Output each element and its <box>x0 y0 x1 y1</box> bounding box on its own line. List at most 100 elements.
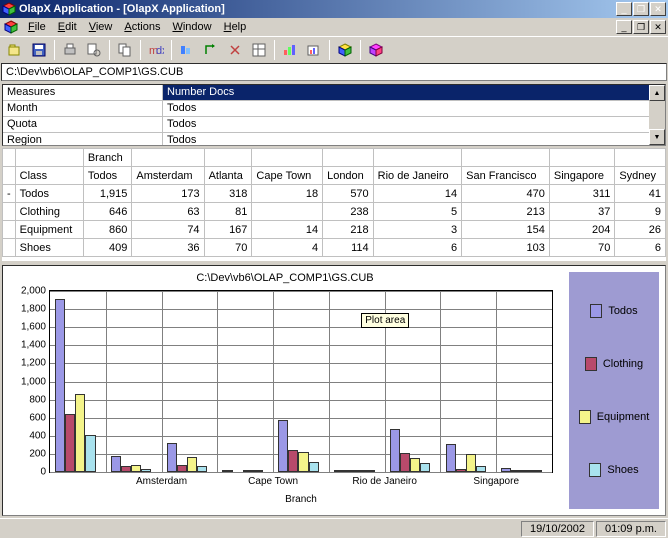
row-header[interactable]: Shoes <box>15 239 83 257</box>
scroll-down-icon[interactable]: ▼ <box>649 129 665 145</box>
row-header[interactable]: Equipment <box>15 221 83 239</box>
dimension-row[interactable]: MonthTodos <box>3 101 665 117</box>
bar[interactable] <box>75 394 85 472</box>
bar[interactable] <box>298 452 308 472</box>
menu-actions[interactable]: Actions <box>118 20 166 34</box>
data-cell[interactable]: 26 <box>615 221 666 239</box>
bar[interactable] <box>476 466 486 472</box>
legend-item[interactable]: Todos <box>590 304 637 318</box>
bar[interactable] <box>141 469 151 472</box>
data-cell[interactable]: 218 <box>323 221 374 239</box>
bar[interactable] <box>177 465 187 472</box>
bar[interactable] <box>410 458 420 472</box>
bar[interactable] <box>55 299 65 472</box>
expand-toggle[interactable] <box>3 221 16 239</box>
data-cell[interactable] <box>252 203 323 221</box>
data-cell[interactable]: 204 <box>549 221 614 239</box>
legend-item[interactable]: Equipment <box>579 410 650 424</box>
data-cell[interactable]: 173 <box>132 185 204 203</box>
legend-item[interactable]: Shoes <box>589 463 638 477</box>
data-grid[interactable]: BranchClassTodosAmsterdamAtlantaCape Tow… <box>2 148 666 261</box>
column-header[interactable]: San Francisco <box>462 167 550 185</box>
bar[interactable] <box>278 420 288 472</box>
data-cell[interactable]: 14 <box>373 185 461 203</box>
bar[interactable] <box>446 444 456 472</box>
column-header[interactable]: London <box>323 167 374 185</box>
bar[interactable] <box>85 435 95 472</box>
bar[interactable] <box>522 470 532 472</box>
bar[interactable] <box>456 469 466 472</box>
data-cell[interactable]: 570 <box>323 185 374 203</box>
chart-wizard-button[interactable] <box>303 39 325 61</box>
column-header[interactable]: Amsterdam <box>132 167 204 185</box>
row-header[interactable]: Todos <box>15 185 83 203</box>
child-close-button[interactable]: ✕ <box>650 20 666 34</box>
print-preview-button[interactable] <box>83 39 105 61</box>
data-cell[interactable]: 6 <box>373 239 461 257</box>
data-cell[interactable]: 318 <box>204 185 252 203</box>
bar[interactable] <box>253 470 263 472</box>
bar[interactable] <box>501 468 511 472</box>
open-button[interactable] <box>4 39 26 61</box>
bar[interactable] <box>243 470 253 472</box>
data-cell[interactable]: 70 <box>204 239 252 257</box>
data-cell[interactable]: 167 <box>204 221 252 239</box>
menu-window[interactable]: Window <box>166 20 217 34</box>
bar[interactable] <box>167 443 177 472</box>
column-header[interactable]: Atlanta <box>204 167 252 185</box>
chart-options-button[interactable] <box>279 39 301 61</box>
close-button[interactable]: ✕ <box>650 2 666 16</box>
bar[interactable] <box>197 466 207 472</box>
expand-toggle[interactable] <box>3 203 16 221</box>
bar[interactable] <box>390 429 400 472</box>
bar[interactable] <box>511 470 521 472</box>
data-cell[interactable]: 646 <box>83 203 132 221</box>
members-button[interactable] <box>176 39 198 61</box>
column-header[interactable]: Singapore <box>549 167 614 185</box>
data-cell[interactable]: 409 <box>83 239 132 257</box>
menu-edit[interactable]: Edit <box>52 20 83 34</box>
dimension-row[interactable]: RegionTodos <box>3 133 665 146</box>
data-cell[interactable]: 3 <box>373 221 461 239</box>
expand-toggle[interactable]: - <box>3 185 16 203</box>
chart-area[interactable]: C:\Dev\vb6\OLAP_COMP1\GS.CUB Plot area 0… <box>9 272 561 509</box>
mdx-button[interactable]: mdx <box>145 39 167 61</box>
data-cell[interactable]: 860 <box>83 221 132 239</box>
data-cell[interactable]: 1,915 <box>83 185 132 203</box>
cascade-button[interactable] <box>365 39 387 61</box>
column-header[interactable]: Sydney <box>615 167 666 185</box>
child-restore-button[interactable]: ❐ <box>633 20 649 34</box>
swap-button[interactable] <box>224 39 246 61</box>
menu-file[interactable]: File <box>22 20 52 34</box>
bar[interactable] <box>334 470 344 472</box>
copy-button[interactable] <box>114 39 136 61</box>
plot-area[interactable]: Plot area 02004006008001,0001,2001,4001,… <box>49 290 553 473</box>
data-cell[interactable]: 5 <box>373 203 461 221</box>
data-cell[interactable]: 4 <box>252 239 323 257</box>
dimension-scrollbar[interactable]: ▲ ▼ <box>649 85 665 145</box>
bar[interactable] <box>400 453 410 472</box>
cube-button[interactable] <box>334 39 356 61</box>
data-cell[interactable]: 213 <box>462 203 550 221</box>
dimension-value[interactable]: Todos <box>163 133 665 146</box>
data-cell[interactable]: 63 <box>132 203 204 221</box>
bar[interactable] <box>466 454 476 472</box>
data-cell[interactable]: 37 <box>549 203 614 221</box>
menu-help[interactable]: Help <box>218 20 253 34</box>
bar[interactable] <box>354 470 364 472</box>
expand-toggle[interactable] <box>3 239 16 257</box>
bar[interactable] <box>420 463 430 472</box>
data-cell[interactable]: 81 <box>204 203 252 221</box>
dimension-value[interactable]: Number Docs <box>163 85 665 100</box>
dimension-row[interactable]: MeasuresNumber Docs <box>3 85 665 101</box>
column-header[interactable]: Todos <box>83 167 132 185</box>
legend-item[interactable]: Clothing <box>585 357 643 371</box>
grid-button[interactable] <box>248 39 270 61</box>
bar[interactable] <box>532 470 542 472</box>
bar[interactable] <box>364 470 374 472</box>
scroll-up-icon[interactable]: ▲ <box>649 85 665 101</box>
data-cell[interactable]: 6 <box>615 239 666 257</box>
data-cell[interactable]: 14 <box>252 221 323 239</box>
bar[interactable] <box>187 457 197 472</box>
data-cell[interactable]: 311 <box>549 185 614 203</box>
